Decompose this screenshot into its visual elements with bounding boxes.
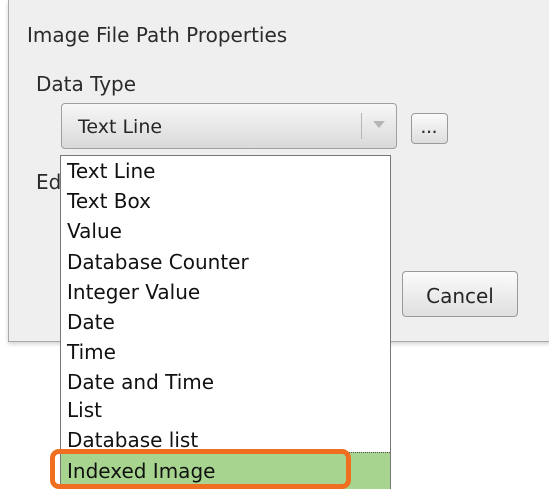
combo-separator <box>361 113 362 139</box>
edit-label: Ed <box>36 170 62 194</box>
dropdown-item-database-list[interactable]: Database list <box>67 426 198 448</box>
dropdown-item-time[interactable]: Time <box>67 338 116 367</box>
cancel-button-label: Cancel <box>426 284 494 308</box>
dropdown-item-text-line[interactable]: Text Line <box>67 157 156 186</box>
dropdown-item-list[interactable]: List <box>67 396 102 425</box>
dropdown-item-integer-value[interactable]: Integer Value <box>67 278 200 307</box>
screenshot-page: Image File Path Properties Data Type Ed … <box>0 0 549 489</box>
data-type-dropdown-list: Text Line Text Box Value Database Counte… <box>60 155 391 489</box>
indexed-image-label: Indexed Image <box>67 459 216 483</box>
chevron-down-icon <box>373 121 385 128</box>
dropdown-item-database-counter[interactable]: Database Counter <box>67 248 249 277</box>
browse-button-label: ... <box>421 122 438 136</box>
cancel-button[interactable]: Cancel <box>402 271 518 317</box>
browse-button[interactable]: ... <box>411 113 448 144</box>
dropdown-item-date-and-time[interactable]: Date and Time <box>67 368 214 397</box>
dialog-title: Image File Path Properties <box>27 23 288 47</box>
dropdown-item-value[interactable]: Value <box>67 217 122 246</box>
data-type-label: Data Type <box>36 72 137 96</box>
dropdown-item-date[interactable]: Date <box>67 308 115 337</box>
data-type-combobox[interactable]: Text Line <box>61 103 397 149</box>
dropdown-item-text-box[interactable]: Text Box <box>67 187 151 216</box>
dropdown-item-indexed-image[interactable]: Indexed Image <box>61 452 390 489</box>
data-type-selected-value: Text Line <box>78 116 163 138</box>
